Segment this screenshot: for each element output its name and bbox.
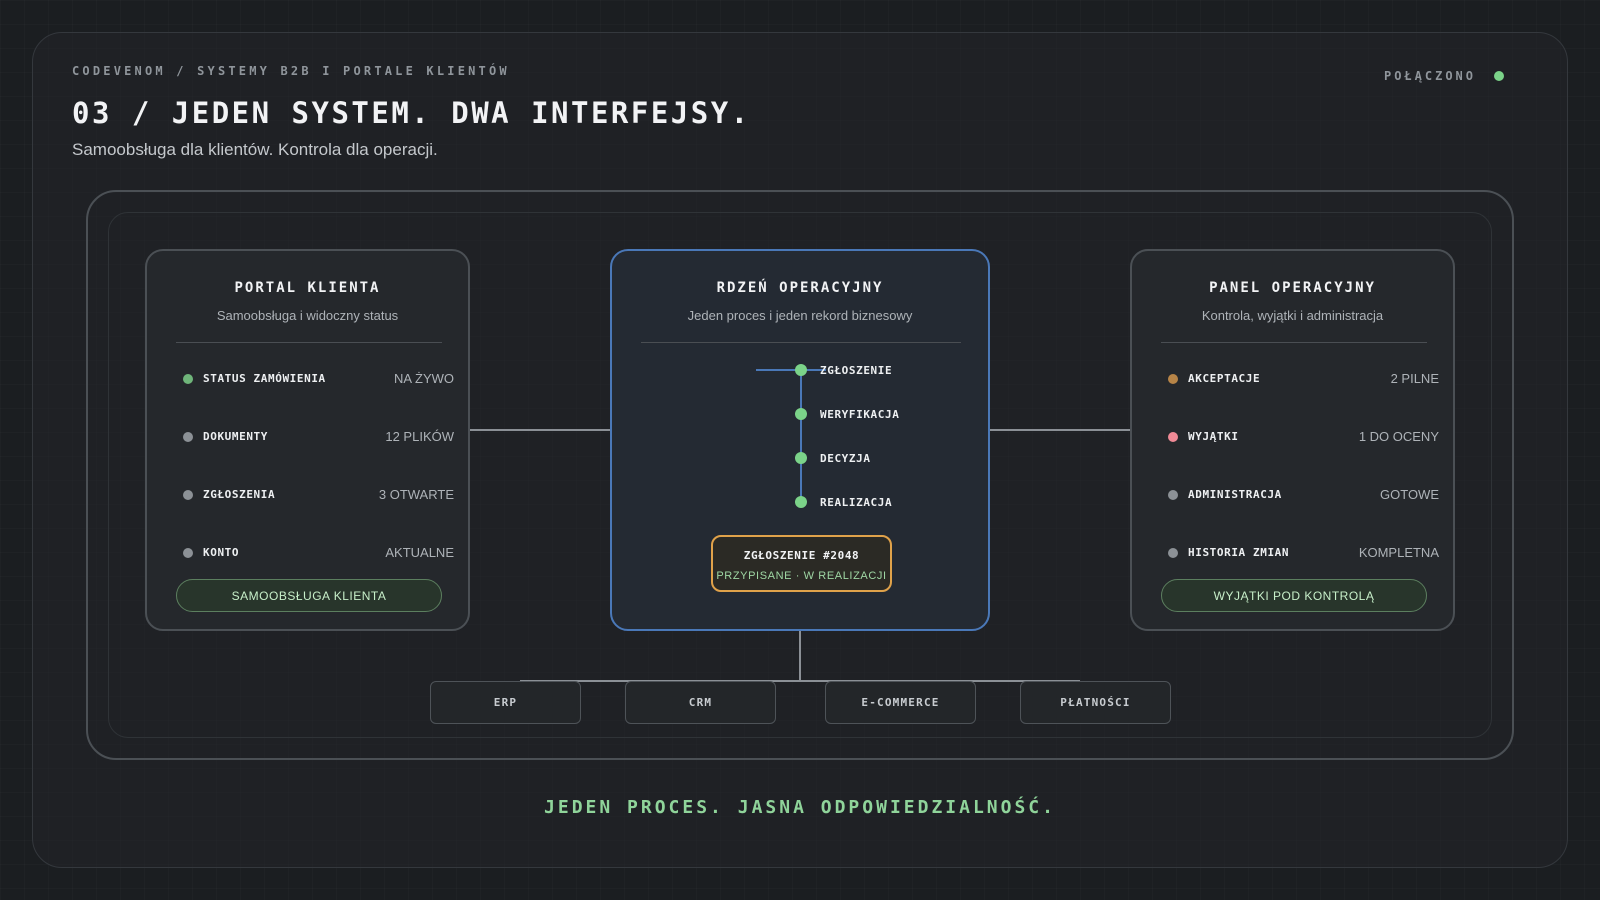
step-dot-icon [795,496,807,508]
status-dot-icon [1168,432,1178,442]
row-label: STATUS ZAMÓWIENIA [203,372,326,385]
ops-row-approvals[interactable]: AKCEPTACJE 2 PILNE [1168,369,1439,389]
step-label: DECYZJA [820,452,871,465]
status-dot-icon [1168,374,1178,384]
integration-ecommerce[interactable]: E-COMMERCE [825,681,976,724]
panel-divider [641,342,961,343]
row-label: HISTORIA ZMIAN [1188,546,1290,559]
integration-payments[interactable]: PŁATNOŚCI [1020,681,1171,724]
ticket-title: ZGŁOSZENIE #2048 [743,549,860,562]
status-dot-icon [183,374,193,384]
page-title: 03 / JEDEN SYSTEM. DWA INTERFEJSY. [72,96,751,130]
ticket-card[interactable]: ZGŁOSZENIE #2048 PRZYPISANE · W REALIZAC… [711,535,892,592]
ops-row-administration[interactable]: ADMINISTRACJA GOTOWE [1168,485,1439,505]
self-service-badge[interactable]: SAMOOBSŁUGA KLIENTA [176,579,442,612]
row-value: 12 PLIKÓW [385,429,454,444]
row-label: DOKUMENTY [203,430,269,443]
status-dot-icon [183,490,193,500]
integration-crm[interactable]: CRM [625,681,776,724]
customer-portal-panel: PORTAL KLIENTA Samoobsługa i widoczny st… [145,249,470,631]
row-value: KOMPLETNA [1358,545,1439,560]
panel-title: RDZEŃ OPERACYJNY [716,280,884,296]
panel-subtitle: Samoobsługa i widoczny status [216,308,399,323]
process-timeline-entry [756,369,826,371]
ops-row-exceptions[interactable]: WYJĄTKI 1 DO OCENY [1168,427,1439,447]
page-subtitle: Samoobsługa dla klientów. Kontrola dla o… [72,140,438,159]
connector-core-bus [799,631,801,681]
connection-status: POŁĄCZONO [1384,69,1504,83]
row-label: KONTO [203,546,240,559]
breadcrumb: CODEVENOM / SYSTEMY B2B I PORTALE KLIENT… [72,64,510,78]
process-timeline-axis [800,370,802,502]
ticket-status: PRZYPISANE · W REALIZACJI [716,570,887,582]
connection-status-label: POŁĄCZONO [1383,69,1476,83]
step-label: REALIZACJA [820,496,893,509]
panel-title: PANEL OPERACYJNY [1209,280,1376,296]
panel-subtitle: Kontrola, wyjątki i administracja [1201,308,1384,323]
row-label: WYJĄTKI [1188,430,1239,443]
portal-row-tickets[interactable]: ZGŁOSZENIA 3 OTWARTE [183,485,454,505]
step-dot-icon [795,408,807,420]
ops-row-change-history[interactable]: HISTORIA ZMIAN KOMPLETNA [1168,543,1439,563]
connector-portal-core [470,429,610,431]
row-value: NA ŻYWO [394,371,454,386]
row-value: 3 OTWARTE [378,487,454,502]
operations-panel: PANEL OPERACYJNY Kontrola, wyjątki i adm… [1130,249,1455,631]
footer-tagline: JEDEN PROCES. JASNA ODPOWIEDZIALNOŚĆ. [544,797,1056,818]
row-label: ADMINISTRACJA [1188,488,1282,501]
row-label: ZGŁOSZENIA [203,488,276,501]
integration-erp[interactable]: ERP [430,681,581,724]
portal-row-order-status[interactable]: STATUS ZAMÓWIENIA NA ŻYWO [183,369,454,389]
step-label: ZGŁOSZENIE [820,364,893,377]
panel-divider [176,342,442,343]
row-value: 2 PILNE [1390,371,1439,386]
row-value: GOTOWE [1380,487,1439,502]
step-dot-icon [795,364,807,376]
status-dot-icon [1168,490,1178,500]
panel-divider [1161,342,1427,343]
step-dot-icon [795,452,807,464]
portal-row-documents[interactable]: DOKUMENTY 12 PLIKÓW [183,427,454,447]
connector-core-ops [990,429,1130,431]
status-dot-icon [183,432,193,442]
status-dot-icon [1168,548,1178,558]
row-value: AKTUALNE [385,545,454,560]
status-dot-icon [1494,71,1504,81]
panel-title: PORTAL KLIENTA [234,280,381,296]
panel-subtitle: Jeden proces i jeden rekord biznesowy [687,308,913,323]
operational-core-panel: RDZEŃ OPERACYJNY Jeden proces i jeden re… [610,249,990,631]
step-label: WERYFIKACJA [820,408,900,421]
integration-bus [520,680,1080,682]
row-value: 1 DO OCENY [1358,429,1439,444]
status-dot-icon [183,548,193,558]
exceptions-badge[interactable]: WYJĄTKI POD KONTROLĄ [1161,579,1427,612]
portal-row-account[interactable]: KONTO AKTUALNE [183,543,454,563]
row-label: AKCEPTACJE [1188,372,1261,385]
